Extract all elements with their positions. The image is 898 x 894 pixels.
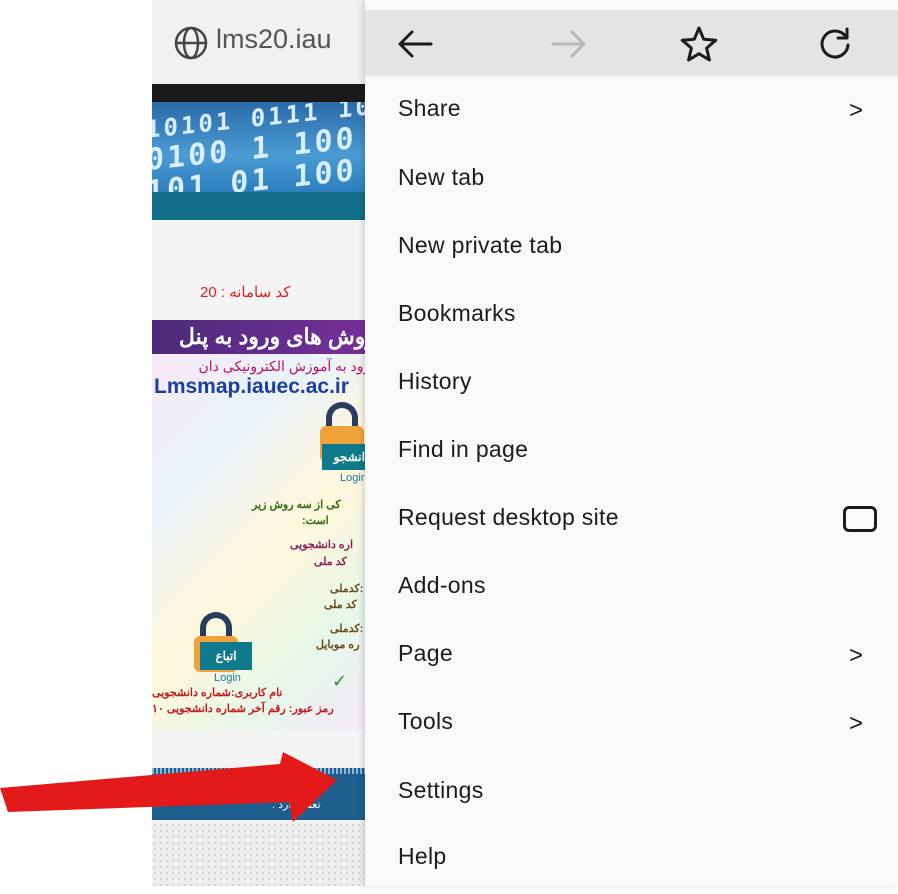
- chevron-right-icon: >: [849, 710, 864, 737]
- chevron-right-icon: >: [849, 97, 864, 124]
- menu-item-add-ons[interactable]: Add-ons: [365, 555, 898, 623]
- poster-title: روش های ورود به پنل: [152, 320, 382, 354]
- poster-url: Lmsmap.iauec.ac.ir: [154, 375, 349, 398]
- system-code-label: کد سامانه : 20: [200, 284, 291, 301]
- poster-text-line: :کدملی: [330, 623, 364, 635]
- menu-item-bookmarks[interactable]: Bookmarks: [365, 283, 898, 351]
- menu-item-label: Share: [398, 95, 461, 121]
- poster-text-line: است:: [302, 515, 329, 527]
- check-icon: ✓: [332, 671, 348, 691]
- menu-toolbar: [365, 10, 898, 76]
- poster-text-line: اره دانشجویی: [290, 539, 354, 551]
- student-login-text: Login: [340, 472, 367, 484]
- menu-item-label: History: [398, 368, 472, 394]
- menu-item-help[interactable]: Help: [365, 826, 898, 894]
- menu-item-label: Tools: [398, 708, 454, 734]
- reload-icon: [820, 27, 850, 59]
- menu-item-new-private-tab[interactable]: New private tab: [365, 215, 898, 283]
- menu-item-label: New tab: [398, 164, 485, 190]
- menu-item-label: New private tab: [398, 232, 563, 258]
- poster-text-line: ره موبایل: [316, 639, 360, 651]
- menu-item-page[interactable]: Page >: [365, 623, 898, 691]
- poster-text-line: نام کاربری:شماره دانشجویی: [152, 687, 283, 699]
- back-arrow-icon: [398, 30, 433, 58]
- menu-item-request-desktop-site[interactable]: Request desktop site: [365, 487, 898, 555]
- browser-overflow-menu: Share > New tab New private tab Bookmark…: [365, 0, 898, 886]
- poster-text-line: کی از سه روش زیر: [252, 499, 341, 511]
- menu-item-label: Page: [398, 640, 453, 666]
- reload-button[interactable]: [809, 18, 861, 70]
- back-button[interactable]: [389, 18, 441, 70]
- atba-login-text: Login: [214, 672, 241, 684]
- url-text[interactable]: lms20.iau: [216, 24, 332, 55]
- bookmark-star-button[interactable]: [673, 18, 725, 70]
- red-annotation-arrow-icon: [0, 752, 337, 822]
- menu-item-settings[interactable]: Settings: [365, 760, 898, 828]
- menu-item-label: Find in page: [398, 436, 529, 462]
- login-methods-poster: روش های ورود به پنل ورود به آموزش الکترو…: [152, 320, 382, 730]
- menu-item-label: Settings: [398, 777, 484, 803]
- menu-item-label: Bookmarks: [398, 300, 516, 326]
- forward-arrow-icon: [551, 30, 586, 58]
- menu-item-label: Help: [398, 843, 447, 869]
- poster-text-line: :کدملی: [330, 583, 364, 595]
- forward-button[interactable]: [543, 18, 595, 70]
- star-icon: [680, 26, 718, 62]
- chevron-right-icon: >: [849, 642, 864, 669]
- atba-tag: اتباع: [200, 642, 252, 670]
- globe-icon: [174, 26, 208, 60]
- poster-text-line: کد ملی: [324, 599, 357, 611]
- arrow-shape: [0, 752, 337, 822]
- menu-item-label: Request desktop site: [398, 504, 619, 530]
- menu-item-find-in-page[interactable]: Find in page: [365, 419, 898, 487]
- menu-item-label: Add-ons: [398, 572, 486, 598]
- menu-item-tools[interactable]: Tools >: [365, 691, 898, 759]
- menu-item-history[interactable]: History: [365, 351, 898, 419]
- poster-text-line: کد ملی: [314, 556, 347, 568]
- poster-subtitle: ورود به آموزش الکترونیکی دان: [198, 358, 377, 374]
- menu-item-new-tab[interactable]: New tab: [365, 147, 898, 215]
- menu-item-share[interactable]: Share >: [365, 78, 898, 146]
- desktop-site-checkbox[interactable]: [843, 506, 877, 532]
- poster-text-line: رمز عبور: رقم آخر شماره دانشجویی ۱۰: [152, 703, 334, 715]
